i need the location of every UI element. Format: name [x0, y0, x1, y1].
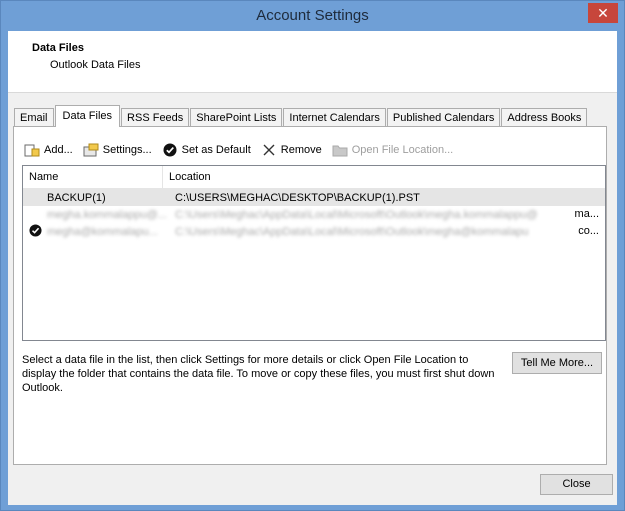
set-as-default-button[interactable]: Set as Default [162, 143, 251, 157]
settings-button[interactable]: Settings... [83, 143, 152, 157]
account-settings-window: Account Settings ✕ Data Files Outlook Da… [0, 0, 625, 511]
row-name: BACKUP(1) [47, 191, 106, 204]
default-check-icon [27, 223, 43, 240]
header-title: Data Files [32, 42, 84, 54]
row-name: megha.kommalappu@... [47, 208, 167, 221]
row-location-tail: co... [578, 225, 599, 237]
list-row[interactable]: BACKUP(1) C:\USERS\MEGHAC\DESKTOP\BACKUP… [23, 189, 605, 206]
tab-strip: Email Data Files RSS Feeds SharePoint Li… [14, 105, 588, 127]
list-row[interactable]: megha@kommalapu... C:\Users\Meghac\AppDa… [23, 223, 605, 240]
tab-sharepoint-lists[interactable]: SharePoint Lists [190, 108, 283, 127]
row-location: C:\USERS\MEGHAC\DESKTOP\BACKUP(1).PST [175, 191, 420, 204]
column-header-name[interactable]: Name [23, 166, 163, 188]
open-file-location-button[interactable]: Open File Location... [332, 143, 454, 157]
remove-label: Remove [280, 144, 322, 156]
close-button[interactable]: Close [540, 474, 613, 495]
data-files-panel: Add... Settings... Set as Default Remove… [13, 126, 607, 465]
row-location: C:\Users\Meghac\AppData\Local\Microsoft\… [175, 208, 538, 221]
list-header: Name Location [23, 166, 605, 189]
header-subtitle: Outlook Data Files [50, 59, 141, 71]
settings-icon [83, 143, 99, 157]
column-header-location[interactable]: Location [163, 166, 605, 188]
tab-data-files[interactable]: Data Files [54, 105, 121, 127]
open-file-location-label: Open File Location... [351, 144, 454, 156]
tell-me-more-button[interactable]: Tell Me More... [512, 352, 602, 374]
row-name: megha@kommalapu... [47, 225, 158, 238]
tab-address-books[interactable]: Address Books [501, 108, 588, 127]
row-location: C:\Users\Meghac\AppData\Local\Microsoft\… [175, 225, 529, 238]
list-row[interactable]: megha.kommalappu@... C:\Users\Meghac\App… [23, 206, 605, 223]
add-file-icon [24, 143, 40, 157]
add-button[interactable]: Add... [24, 143, 73, 157]
set-as-default-label: Set as Default [181, 144, 251, 156]
tab-published-calendars[interactable]: Published Calendars [386, 108, 501, 127]
remove-x-icon [261, 143, 277, 157]
title-bar[interactable]: Account Settings ✕ [1, 1, 624, 31]
folder-icon [332, 143, 348, 157]
description-text: Select a data file in the list, then cli… [22, 354, 495, 394]
settings-label: Settings... [102, 144, 152, 156]
window-close-button[interactable]: ✕ [588, 3, 618, 23]
tab-rss-feeds[interactable]: RSS Feeds [121, 108, 190, 127]
header-panel: Data Files Outlook Data Files [8, 31, 617, 93]
tab-email[interactable]: Email [14, 108, 54, 127]
data-files-list[interactable]: Name Location BACKUP(1) C:\USERS\MEGHAC\… [22, 165, 606, 341]
add-label: Add... [44, 144, 73, 156]
remove-button[interactable]: Remove [261, 143, 322, 157]
row-location-tail: ma... [574, 208, 599, 220]
dialog-client-area: Data Files Outlook Data Files Email Data… [8, 31, 617, 505]
toolbar: Add... Settings... Set as Default Remove… [24, 141, 463, 159]
tab-internet-calendars[interactable]: Internet Calendars [283, 108, 386, 127]
window-title: Account Settings [256, 7, 369, 24]
check-circle-icon [162, 143, 178, 157]
